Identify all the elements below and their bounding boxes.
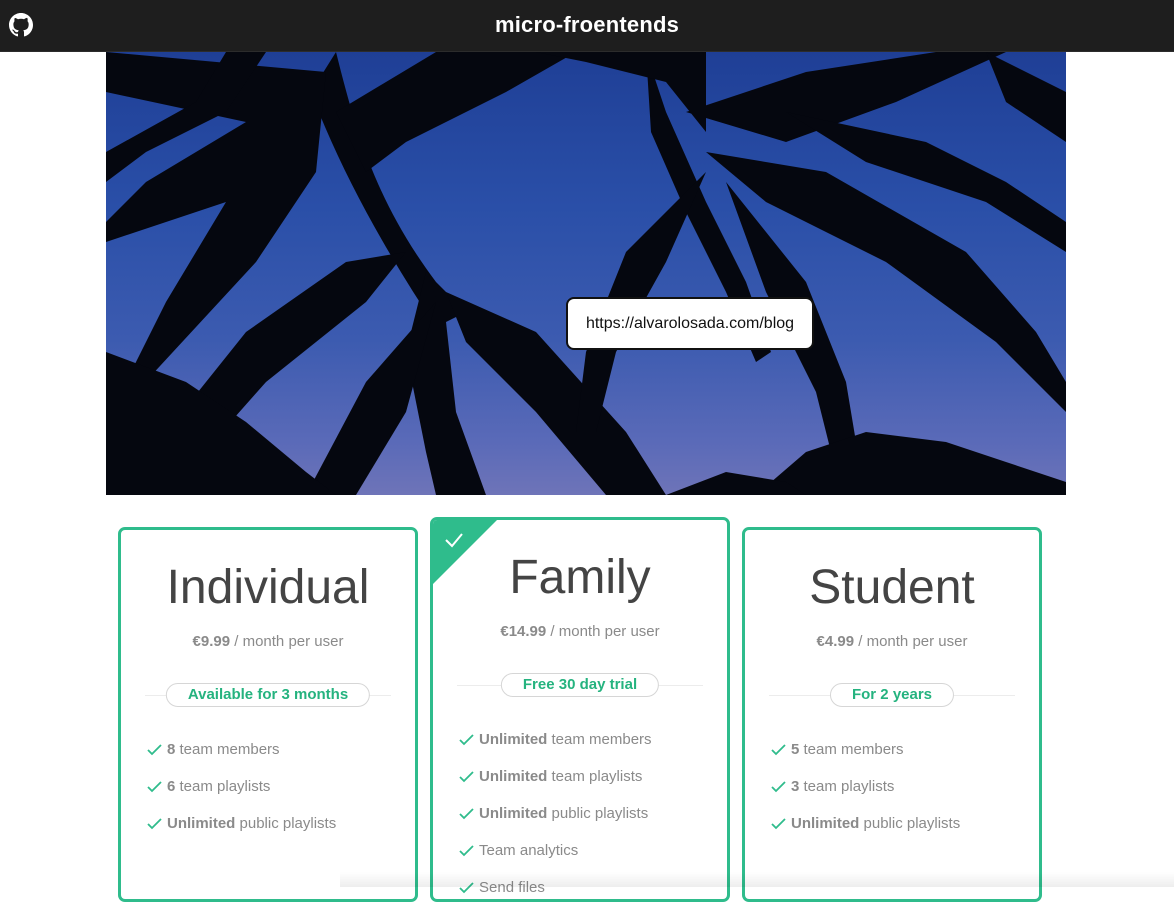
plan-card-family[interactable]: Family €14.99 / month per user Free 30 d… bbox=[430, 517, 730, 902]
feature-item: Unlimited public playlists bbox=[147, 805, 336, 842]
feature-item: 8 team members bbox=[147, 731, 336, 768]
feature-item: 3 team playlists bbox=[771, 768, 960, 805]
feature-list: Unlimited team members Unlimited team pl… bbox=[459, 721, 652, 899]
check-icon bbox=[147, 744, 162, 756]
check-icon bbox=[459, 771, 474, 783]
feature-list: 5 team members 3 team playlists Unlimite… bbox=[771, 731, 960, 842]
plan-badge: Available for 3 months bbox=[165, 683, 371, 707]
feature-list: 8 team members 6 team playlists Unlimite… bbox=[147, 731, 336, 842]
feature-item: Team analytics bbox=[459, 832, 652, 869]
check-icon bbox=[147, 818, 162, 830]
plan-card-individual[interactable]: Individual €9.99 / month per user Availa… bbox=[118, 527, 418, 902]
feature-item: 5 team members bbox=[771, 731, 960, 768]
check-icon bbox=[459, 734, 474, 746]
check-icon bbox=[771, 781, 786, 793]
plan-badge: Free 30 day trial bbox=[500, 673, 660, 697]
feature-item: Unlimited public playlists bbox=[771, 805, 960, 842]
price-suffix: / month per user bbox=[230, 633, 344, 650]
check-icon bbox=[459, 845, 474, 857]
url-display-box[interactable]: https://alvarolosada.com/blog bbox=[566, 297, 814, 350]
price-amount: €14.99 bbox=[500, 623, 547, 640]
app-title: micro-froentends bbox=[494, 12, 680, 37]
price-suffix: / month per user bbox=[546, 623, 660, 640]
plan-price: €4.99 / month per user bbox=[745, 633, 1039, 650]
plan-title: Family bbox=[509, 551, 651, 604]
top-bar: micro-froentends bbox=[0, 0, 1174, 52]
plan-badge: For 2 years bbox=[829, 683, 955, 707]
plan-title: Individual bbox=[166, 561, 370, 614]
plan-title: Student bbox=[809, 561, 975, 614]
feature-item: 6 team playlists bbox=[147, 768, 336, 805]
check-icon bbox=[459, 808, 474, 820]
price-suffix: / month per user bbox=[854, 633, 968, 650]
palm-trees-image bbox=[106, 52, 1066, 495]
hero-banner: https://alvarolosada.com/blog bbox=[106, 52, 1066, 495]
feature-item: Unlimited team members bbox=[459, 721, 652, 758]
feature-item: Send files bbox=[459, 869, 652, 899]
feature-item: Unlimited team playlists bbox=[459, 758, 652, 795]
check-icon bbox=[771, 744, 786, 756]
plan-price: €9.99 / month per user bbox=[121, 633, 415, 650]
check-icon bbox=[459, 882, 474, 894]
price-amount: €9.99 bbox=[192, 633, 231, 650]
check-icon bbox=[147, 781, 162, 793]
price-amount: €4.99 bbox=[816, 633, 855, 650]
plan-price: €14.99 / month per user bbox=[433, 623, 727, 640]
plan-card-student[interactable]: Student €4.99 / month per user For 2 yea… bbox=[742, 527, 1042, 902]
check-icon bbox=[771, 818, 786, 830]
feature-item: Unlimited public playlists bbox=[459, 795, 652, 832]
